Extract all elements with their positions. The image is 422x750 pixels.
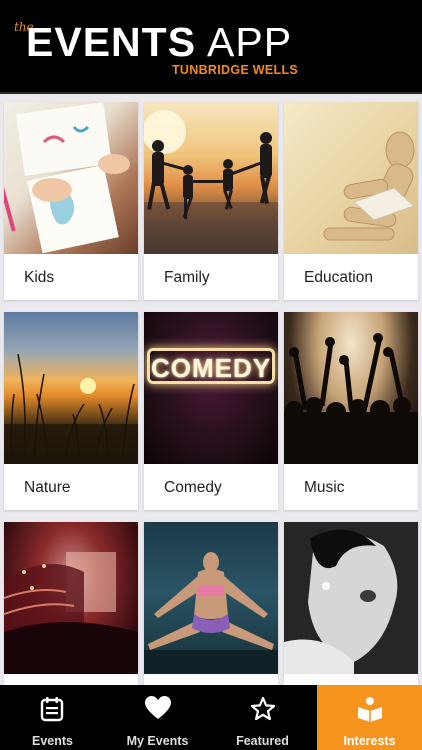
category-label: Education <box>304 269 373 286</box>
neon-sign-text: COMEDY <box>150 353 272 383</box>
tab-interests[interactable]: Interests <box>317 685 422 750</box>
category-grid: Kids Family Education Nature COMEDY Come… <box>0 98 422 688</box>
category-tile-nature[interactable]: Nature <box>4 312 138 510</box>
category-label: Music <box>304 479 345 496</box>
wooden-mannequin-reading-image <box>284 102 418 254</box>
kids-drawing-image <box>4 102 138 254</box>
family-beach-sunset-image <box>144 102 278 254</box>
category-tile-education[interactable]: Education <box>284 102 418 300</box>
singer-portrait-image <box>284 522 418 674</box>
heart-icon <box>145 696 171 719</box>
tab-events[interactable]: Events <box>0 685 105 750</box>
category-label: Family <box>164 269 210 286</box>
tab-featured[interactable]: Featured <box>210 685 315 750</box>
category-label: Comedy <box>164 479 222 496</box>
category-tile-theatre[interactable] <box>4 522 138 688</box>
app-header: the EVENTS APP TUNBRIDGE WELLS <box>0 0 422 92</box>
category-tile-family[interactable]: Family <box>144 102 278 300</box>
tab-label: My Events <box>126 734 189 748</box>
tab-label: Featured <box>236 734 289 748</box>
category-label: Nature <box>24 479 71 496</box>
category-label: Kids <box>24 269 55 286</box>
comedy-neon-sign-image: COMEDY <box>144 312 278 464</box>
category-tile-singer[interactable] <box>284 522 418 688</box>
theatre-auditorium-image <box>4 522 138 674</box>
tab-my-events[interactable]: My Events <box>105 685 210 750</box>
category-tile-comedy[interactable]: COMEDY Comedy <box>144 312 278 510</box>
category-tile-dance[interactable] <box>144 522 278 688</box>
logo-subtitle: TUNBRIDGE WELLS <box>172 63 299 77</box>
concert-crowd-image <box>284 312 418 464</box>
calendar-list-icon <box>40 697 64 722</box>
sunset-grass-field-image <box>4 312 138 464</box>
category-tile-music[interactable]: Music <box>284 312 418 510</box>
bottom-tab-bar: Events My Events Featured Interests <box>0 685 422 750</box>
reader-icon <box>358 697 382 722</box>
header-divider <box>0 92 422 94</box>
category-tile-kids[interactable]: Kids <box>4 102 138 300</box>
dancer-split-image <box>144 522 278 674</box>
star-icon <box>250 696 276 721</box>
logo-events-text: EVENTS <box>26 19 197 65</box>
tab-label: Interests <box>343 734 396 748</box>
tab-label: Events <box>32 734 73 748</box>
logo-app-text: APP <box>207 19 293 65</box>
